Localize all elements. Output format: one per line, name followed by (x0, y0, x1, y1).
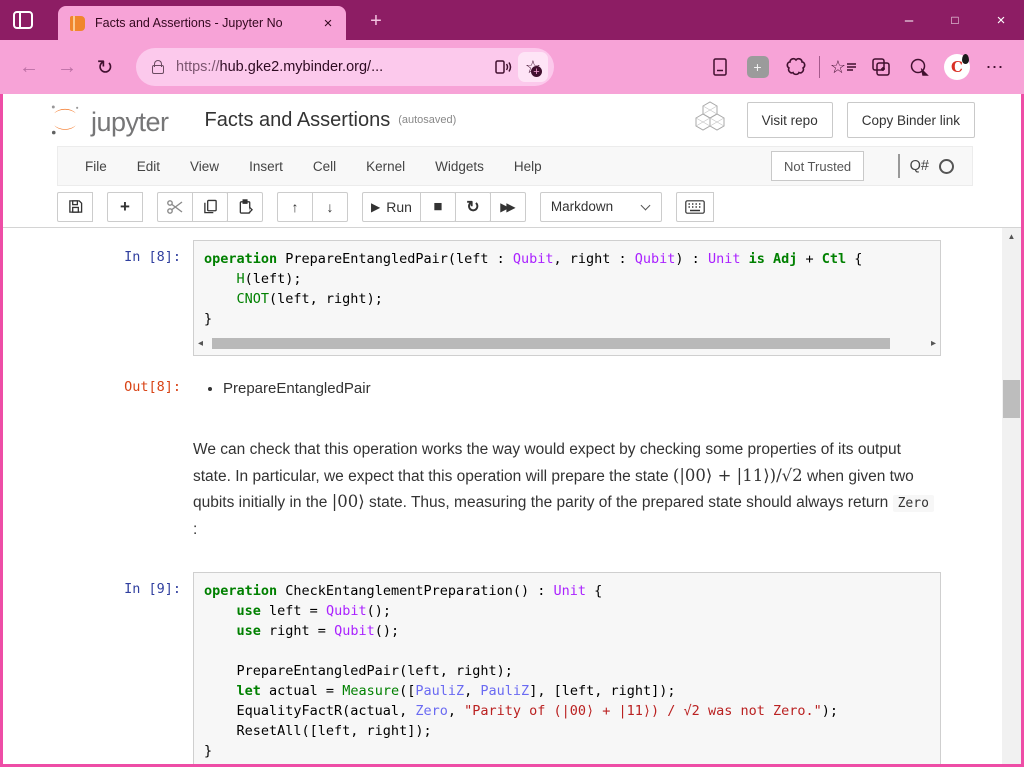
paste-icon (239, 199, 253, 214)
play-icon: ▶ (371, 199, 381, 214)
autosave-status: (autosaved) (398, 114, 457, 126)
browser-navbar: ← → ↻ https://hub.gke2.mybinder.org/... … (0, 40, 1024, 94)
copy-binder-link-button[interactable]: Copy Binder link (846, 102, 975, 138)
code-input-area[interactable]: operation CheckEntanglementPreparation()… (193, 572, 941, 764)
input-prompt: In [9]: (124, 581, 181, 597)
keyboard-icon (685, 199, 705, 214)
url-text[interactable]: https://hub.gke2.mybinder.org/... (176, 59, 488, 75)
chevron-down-icon (640, 200, 651, 210)
cut-cells-button[interactable] (157, 191, 193, 222)
code-input-area[interactable]: operation PrepareEntangledPair(left : Qu… (193, 240, 941, 356)
kernel-idle-icon (939, 158, 954, 174)
refresh-button[interactable]: ↻ (86, 48, 124, 86)
visit-repo-button[interactable]: Visit repo (746, 102, 833, 138)
settings-more-button[interactable]: ⋯ (976, 49, 1014, 85)
stop-icon: ■ (433, 198, 443, 215)
jupyter-wordmark: jupyter (91, 107, 169, 137)
run-button[interactable]: ▶ Run (362, 191, 421, 222)
markdown-cell[interactable]: We can check that this operation works t… (95, 435, 941, 542)
add-favorite-icon[interactable]: ☆ + (518, 52, 548, 82)
add-cell-button[interactable]: + (107, 191, 143, 222)
menu-view[interactable]: View (175, 159, 234, 174)
address-bar[interactable]: https://hub.gke2.mybinder.org/... ☆ + (136, 48, 554, 86)
restart-run-all-button[interactable]: ▶▶ (489, 191, 526, 222)
command-palette-button[interactable] (675, 191, 714, 222)
copy-icon (203, 199, 217, 214)
code-cell-9[interactable]: In [9]: operation CheckEntanglementPrepa… (95, 572, 941, 764)
scroll-left-icon[interactable]: ◂ (198, 337, 203, 350)
web-capture-icon[interactable] (900, 49, 938, 85)
reading-list-icon[interactable] (701, 49, 739, 85)
notebook-scroll-area[interactable]: ▲ In [8]: operation PrepareEntangledPair… (3, 228, 1021, 764)
browser-tab[interactable]: Facts and Assertions - Jupyter No × (58, 6, 346, 40)
favorites-icon[interactable]: ☆ (824, 49, 862, 85)
page-frame: jupyter Facts and Assertions (autosaved)… (0, 94, 1024, 767)
read-aloud-icon[interactable] (488, 52, 518, 82)
jupyter-header: jupyter Facts and Assertions (autosaved)… (3, 94, 1021, 146)
profile-avatar[interactable]: C (938, 49, 976, 85)
forward-button[interactable]: → (48, 48, 86, 86)
menu-edit[interactable]: Edit (122, 159, 175, 174)
workspaces-icon (13, 11, 33, 29)
move-cell-up-button[interactable]: ↑ (277, 191, 313, 222)
menu-file[interactable]: File (70, 159, 122, 174)
vertical-scrollbar-thumb[interactable] (1003, 380, 1020, 418)
browser-essentials-icon[interactable] (777, 49, 815, 85)
browser-titlebar: Facts and Assertions - Jupyter No × + – … (0, 0, 1024, 40)
move-cell-down-button[interactable]: ↓ (312, 191, 348, 222)
lock-icon (152, 59, 164, 74)
paste-cells-button[interactable] (227, 191, 263, 222)
fast-forward-icon: ▶▶ (500, 199, 516, 214)
minimize-button[interactable]: – (886, 0, 932, 40)
menu-widgets[interactable]: Widgets (420, 159, 499, 174)
workspaces-button[interactable] (0, 0, 46, 40)
horizontal-scrollbar[interactable]: ◂ ▸ (194, 337, 940, 351)
binder-logo (695, 101, 725, 131)
input-prompt: In [8]: (124, 249, 181, 265)
stop-button[interactable]: ■ (419, 191, 456, 222)
notebook-menubar: File Edit View Insert Cell Kernel Widget… (57, 146, 973, 186)
vertical-scrollbar[interactable]: ▲ (1002, 228, 1021, 764)
not-trusted-button[interactable]: Not Trusted (770, 151, 865, 181)
kernel-separator (898, 154, 900, 178)
save-button[interactable] (57, 191, 93, 222)
menu-cell[interactable]: Cell (298, 159, 351, 174)
menu-kernel[interactable]: Kernel (351, 159, 420, 174)
cut-icon (167, 199, 183, 214)
cell-type-select[interactable]: Markdown (539, 191, 662, 222)
new-tab-button[interactable]: + (362, 8, 390, 34)
horizontal-scrollbar-thumb[interactable] (212, 338, 890, 349)
notebook-title[interactable]: Facts and Assertions (205, 109, 391, 132)
scroll-up-icon[interactable]: ▲ (1002, 232, 1021, 241)
tab-close-icon[interactable]: × (318, 15, 338, 32)
markdown-text: We can check that this operation works t… (193, 435, 938, 542)
notebook-favicon-icon (70, 15, 85, 31)
extension-icon[interactable]: + (739, 49, 777, 85)
menu-help[interactable]: Help (499, 159, 557, 174)
close-button[interactable]: × (978, 0, 1024, 40)
tab-title: Facts and Assertions - Jupyter No (95, 16, 283, 30)
output-prompt: Out[8]: (124, 379, 181, 395)
collections-icon[interactable] (862, 49, 900, 85)
toolbar-separator (818, 56, 820, 78)
output-list-item: PrepareEntangledPair (223, 379, 941, 399)
copy-cells-button[interactable] (192, 191, 228, 222)
save-icon (68, 200, 82, 213)
maximize-button[interactable]: □ (932, 0, 978, 40)
scroll-right-icon[interactable]: ▸ (931, 337, 936, 350)
restart-kernel-button[interactable]: ↻ (454, 191, 491, 222)
notebook-toolbar: + ↑ ↓ ▶ Run ■ ↻ ▶▶ Markdown (3, 186, 1021, 228)
output-cell-8: Out[8]: PrepareEntangledPair (95, 370, 941, 399)
back-button[interactable]: ← (10, 48, 48, 86)
kernel-name: Q# (909, 158, 929, 174)
window-controls: – □ × (886, 0, 1024, 40)
jupyter-logo[interactable]: jupyter (47, 102, 169, 138)
code-cell-8[interactable]: In [8]: operation PrepareEntangledPair(l… (95, 240, 941, 356)
menu-insert[interactable]: Insert (234, 159, 298, 174)
restart-icon: ↻ (466, 198, 480, 216)
